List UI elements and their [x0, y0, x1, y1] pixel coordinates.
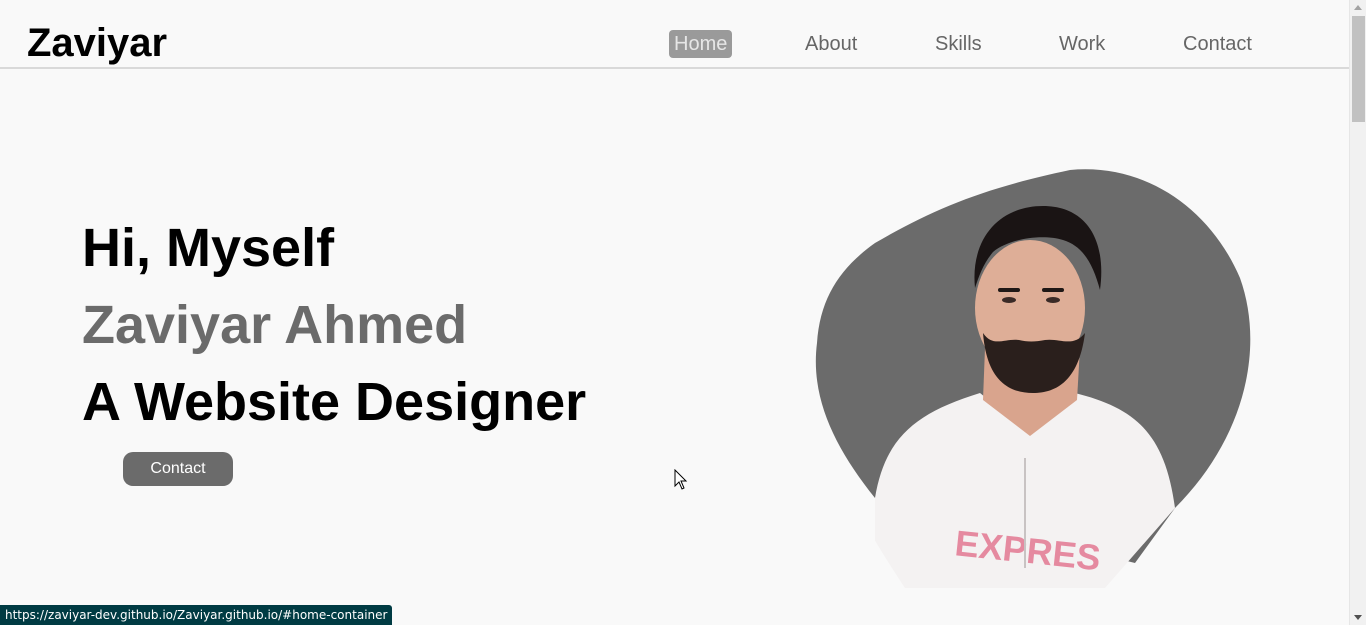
scroll-down-arrow-icon[interactable] [1354, 615, 1362, 620]
nav-contact-link[interactable]: Contact [1178, 30, 1257, 58]
hero-greeting: Hi, Myself [82, 218, 335, 278]
link-status-bar: https://zaviyar-dev.github.io/Zaviyar.gi… [0, 605, 393, 625]
navbar: Zaviyar Home About Skills Work Contact [0, 0, 1349, 69]
scroll-up-arrow-icon[interactable] [1354, 5, 1362, 10]
nav-work-link[interactable]: Work [1054, 30, 1110, 58]
vertical-scrollbar[interactable] [1349, 0, 1366, 625]
nav-about-link[interactable]: About [800, 30, 862, 58]
hero-role: A Website Designer [82, 372, 587, 432]
profile-photo: EXPRES [815, 169, 1251, 588]
mouse-cursor-icon [674, 469, 688, 490]
profile-photo-blob: EXPRES [815, 168, 1255, 588]
contact-button[interactable]: Contact [123, 452, 233, 486]
nav-home-link[interactable]: Home [669, 30, 733, 58]
hero-name: Zaviyar Ahmed [82, 295, 468, 355]
brand-logo[interactable]: Zaviyar [27, 20, 167, 66]
nav-skills-link[interactable]: Skills [930, 30, 987, 58]
scrollbar-thumb[interactable] [1352, 16, 1365, 122]
